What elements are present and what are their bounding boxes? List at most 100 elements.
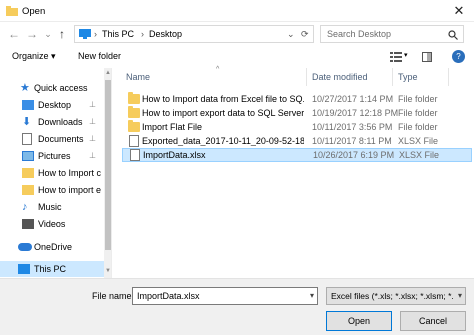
- sidebar-item-desktop[interactable]: Desktop ⊥: [0, 97, 104, 113]
- file-name: Exported_data_2017-10-11_20-09-52-187...…: [142, 136, 304, 146]
- sidebar-item-quick-access[interactable]: ★ Quick access: [0, 80, 104, 96]
- file-name-label: File name:: [92, 291, 135, 301]
- sidebar-item-downloads[interactable]: ⬇ Downloads ⊥: [0, 114, 104, 130]
- pin-icon: ⊥: [89, 134, 96, 143]
- file-name: How to Import data from Excel file to SQ…: [142, 94, 304, 104]
- column-date-modified[interactable]: Date modified: [312, 72, 368, 82]
- view-options-icon[interactable]: [390, 52, 402, 62]
- file-date: 10/19/2017 12:18 PM: [312, 108, 399, 118]
- file-icon: [129, 135, 139, 147]
- table-row[interactable]: Exported_data_2017-10-11_20-09-52-187...…: [122, 134, 472, 148]
- file-date: 10/11/2017 3:56 PM: [312, 122, 393, 132]
- star-icon: ★: [20, 82, 30, 94]
- music-icon: ♪: [22, 201, 28, 213]
- address-dropdown-icon[interactable]: ⌄: [287, 29, 295, 40]
- view-dropdown-icon[interactable]: ▾: [404, 51, 408, 59]
- sidebar-scrollbar[interactable]: ▲ ▼: [104, 68, 111, 278]
- folder-icon: [6, 6, 18, 16]
- folder-icon: [128, 92, 140, 104]
- address-bar[interactable]: › This PC › Desktop ⌄ ⟳: [74, 25, 314, 43]
- organize-button[interactable]: Organize ▾: [12, 51, 56, 62]
- column-header: ^ Name Date modified Type: [120, 66, 474, 86]
- file-type: File folder: [398, 108, 438, 118]
- breadcrumb-separator: ›: [94, 29, 97, 39]
- column-type[interactable]: Type: [398, 72, 418, 82]
- scroll-down-icon[interactable]: ▼: [105, 268, 111, 274]
- help-icon[interactable]: ?: [452, 50, 465, 63]
- file-date: 10/27/2017 1:14 PM: [312, 94, 394, 104]
- window-title: Open: [22, 6, 46, 17]
- sidebar-item-folder[interactable]: How to Import c: [0, 165, 104, 181]
- file-list: ^ Name Date modified Type How to Import …: [120, 66, 474, 278]
- pictures-icon: [22, 151, 34, 161]
- preview-pane-icon[interactable]: [422, 52, 432, 62]
- search-box[interactable]: Search Desktop: [320, 25, 464, 43]
- new-folder-button[interactable]: New folder: [78, 51, 121, 61]
- file-name: How to import export data to SQL Server …: [142, 108, 304, 118]
- file-type: File folder: [398, 122, 438, 132]
- file-type-select[interactable]: Excel files (*.xls; *.xlsx; *.xlsm; *.> …: [326, 287, 466, 305]
- back-button[interactable]: ←: [6, 26, 22, 42]
- refresh-icon[interactable]: ⟳: [301, 29, 309, 40]
- command-bar: Organize ▾ New folder ▾ ?: [0, 46, 474, 68]
- column-divider: [448, 68, 449, 86]
- breadcrumb-desktop[interactable]: Desktop: [149, 29, 182, 39]
- pin-icon: ⊥: [89, 151, 96, 160]
- file-dialog-footer: File name: ImportData.xlsx ▾ Excel files…: [0, 278, 474, 335]
- table-row[interactable]: How to Import data from Excel file to SQ…: [122, 92, 472, 106]
- forward-button[interactable]: →: [24, 26, 40, 42]
- desktop-icon: [22, 100, 34, 110]
- download-icon: ⬇: [22, 116, 32, 128]
- sidebar-item-folder[interactable]: How to import e: [0, 182, 104, 198]
- cancel-button[interactable]: Cancel: [400, 311, 466, 331]
- table-row[interactable]: How to import export data to SQL Server …: [122, 106, 472, 120]
- navigation-bar: ← → ⌄ ↑ › This PC › Desktop ⌄ ⟳ Search D…: [0, 22, 474, 46]
- up-button[interactable]: ↑: [54, 26, 70, 42]
- search-input[interactable]: Search Desktop: [327, 29, 391, 39]
- folder-icon: [128, 120, 140, 132]
- scroll-up-icon[interactable]: ▲: [105, 70, 111, 76]
- column-divider: [306, 68, 307, 86]
- pin-icon: ⊥: [89, 117, 96, 126]
- close-button[interactable]: ✕: [444, 0, 474, 22]
- folder-icon: [22, 185, 34, 195]
- videos-icon: [22, 219, 34, 229]
- folder-icon: [128, 106, 140, 118]
- scrollbar-thumb[interactable]: [105, 80, 111, 250]
- sidebar-item-documents[interactable]: Documents ⊥: [0, 131, 104, 147]
- file-type-value[interactable]: Excel files (*.xls; *.xlsx; *.xlsm; *.>: [331, 291, 453, 301]
- file-icon: [130, 149, 140, 161]
- file-name: ImportData.xlsx: [143, 150, 206, 160]
- sidebar-item-music[interactable]: ♪ Music: [0, 199, 104, 215]
- column-divider: [392, 68, 393, 86]
- chevron-down-icon[interactable]: ▾: [310, 291, 314, 300]
- pc-icon: [79, 29, 91, 39]
- sort-indicator-icon: ^: [216, 66, 220, 73]
- file-name-field[interactable]: ImportData.xlsx ▾: [132, 287, 318, 305]
- folder-icon: [22, 168, 34, 178]
- file-type: File folder: [398, 94, 438, 104]
- table-row[interactable]: Import Flat File 10/11/2017 3:56 PM File…: [122, 120, 472, 134]
- sidebar-item-videos[interactable]: Videos: [0, 216, 104, 232]
- pin-icon: ⊥: [89, 100, 96, 109]
- pc-icon: [18, 264, 30, 274]
- cloud-icon: [18, 243, 32, 251]
- chevron-down-icon[interactable]: ▾: [458, 291, 462, 300]
- file-name-value[interactable]: ImportData.xlsx: [137, 291, 200, 301]
- documents-icon: [22, 133, 32, 145]
- title-bar: Open ✕: [0, 0, 474, 22]
- open-button[interactable]: Open: [326, 311, 392, 331]
- navigation-pane: ★ Quick access Desktop ⊥ ⬇ Downloads ⊥ D…: [0, 68, 112, 278]
- sidebar-item-this-pc[interactable]: This PC: [0, 261, 104, 277]
- table-row-selected[interactable]: ImportData.xlsx 10/26/2017 6:19 PM XLSX …: [122, 148, 472, 162]
- file-type: XLSX File: [399, 150, 440, 160]
- file-date: 10/26/2017 6:19 PM: [313, 150, 395, 160]
- sidebar-item-onedrive[interactable]: OneDrive: [0, 239, 104, 255]
- file-date: 10/11/2017 8:11 PM: [312, 136, 392, 146]
- breadcrumb-this-pc[interactable]: This PC: [102, 29, 134, 39]
- search-icon: [448, 30, 458, 40]
- sidebar-item-pictures[interactable]: Pictures ⊥: [0, 148, 104, 164]
- file-name: Import Flat File: [142, 122, 203, 132]
- breadcrumb-separator: ›: [141, 29, 144, 39]
- column-name[interactable]: Name: [126, 72, 150, 82]
